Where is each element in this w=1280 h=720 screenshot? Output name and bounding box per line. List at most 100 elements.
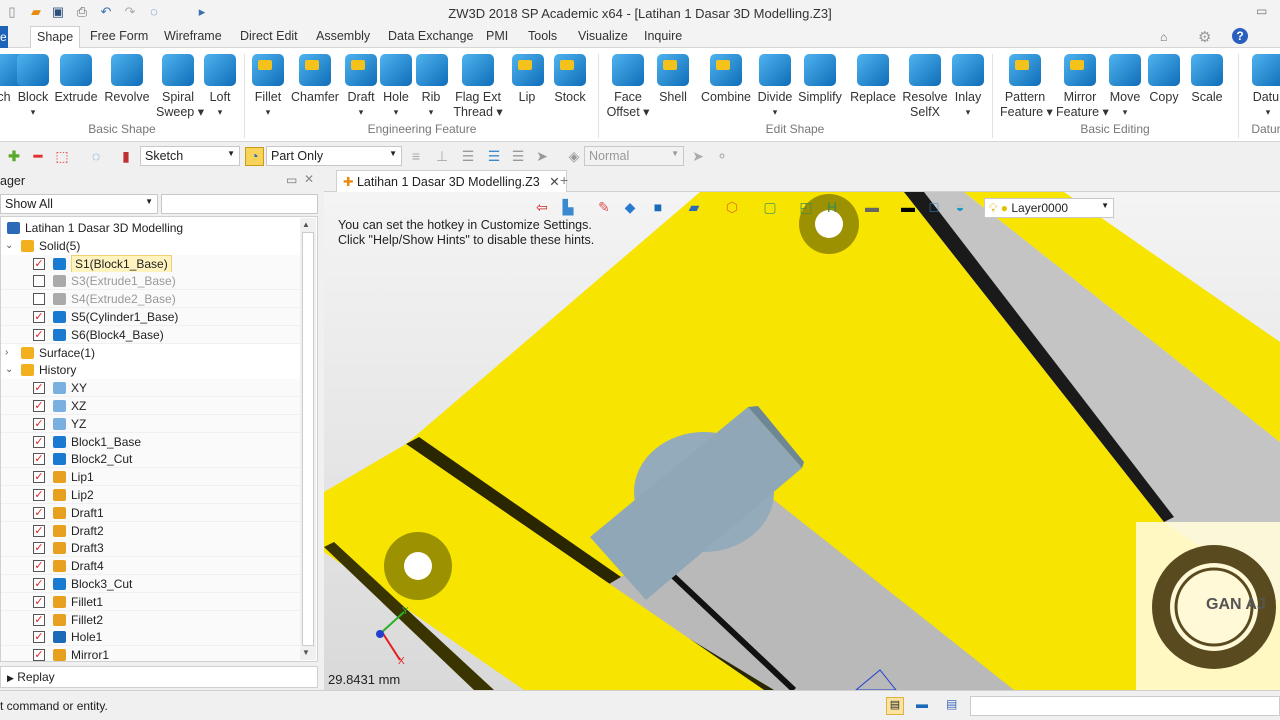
dropdown-arrow-icon[interactable]: ▾ — [756, 105, 794, 120]
tree-item[interactable]: S3(Extrude1_Base) — [1, 272, 301, 291]
simplify-button[interactable]: Simplify — [796, 54, 844, 105]
close-tab-icon[interactable]: ✕ — [549, 175, 559, 189]
new-tab-icon[interactable]: + — [560, 172, 568, 188]
close-icon[interactable]: ✕ — [304, 172, 314, 186]
divide-button[interactable]: Divide ▾ — [756, 54, 794, 120]
snap-gray-icon[interactable]: ⚬ — [714, 148, 730, 164]
visibility-checkbox[interactable]: ✓ — [33, 489, 45, 501]
tab-wireframe[interactable]: Wireframe — [164, 29, 222, 43]
tree-item[interactable]: ✓ Block1_Base — [1, 432, 301, 451]
tree-item[interactable]: ✓ Draft1 — [1, 503, 301, 522]
background-icon[interactable]: ▬ — [864, 199, 880, 215]
tree-item[interactable]: ✓ Block2_Cut — [1, 450, 301, 469]
collapse-ribbon-icon[interactable]: ⌂ — [1160, 30, 1167, 44]
visibility-checkbox[interactable]: ✓ — [33, 542, 45, 555]
copy-button[interactable]: Copy — [1146, 54, 1182, 105]
section-icon[interactable]: H — [824, 199, 840, 215]
extrude-button[interactable]: Extrude — [54, 54, 98, 105]
tree-item[interactable]: ✓ Lip1 — [1, 468, 301, 487]
tab-data-exchange[interactable]: Data Exchange — [388, 29, 473, 43]
tab-free-form[interactable]: Free Form — [90, 29, 148, 43]
tree-item[interactable]: ✓ Fillet2 — [1, 610, 301, 629]
move-button[interactable]: Move ▾ — [1106, 54, 1144, 120]
tree-item[interactable]: ✓ Mirror1 — [1, 646, 301, 661]
visibility-checkbox[interactable]: ✓ — [33, 506, 45, 519]
tree-item[interactable]: ✓ S1(Block1_Base) — [1, 254, 301, 273]
visibility-checkbox[interactable]: ✓ — [33, 649, 45, 661]
mirror-button[interactable]: Mirror Feature ▾ — [1056, 54, 1109, 120]
color-box-icon[interactable]: □ — [926, 199, 942, 215]
tab-tools[interactable]: Tools — [528, 29, 557, 43]
dropdown-arrow-icon[interactable]: ▾ — [380, 105, 412, 120]
visibility-checkbox[interactable]: ✓ — [33, 417, 45, 430]
expand-icon[interactable]: › — [5, 344, 8, 362]
part-scope-icon[interactable]: ◔ — [245, 147, 264, 166]
replace-button[interactable]: Replace — [850, 54, 896, 105]
visibility-checkbox[interactable]: ✓ — [33, 435, 45, 448]
visibility-checkbox[interactable]: ✓ — [33, 578, 45, 590]
exit-icon[interactable]: ⇦ — [534, 199, 550, 215]
command-input[interactable] — [970, 696, 1280, 716]
eraser-icon[interactable]: ✎ — [596, 199, 612, 215]
visibility-checkbox[interactable]: ✓ — [33, 631, 45, 644]
spiral-button[interactable]: Spiral Sweep ▾ — [156, 54, 204, 120]
dropdown-arrow-icon[interactable]: ▾ — [250, 105, 286, 120]
view-cube-icon[interactable]: ◆ — [622, 199, 638, 215]
zoom-window-icon[interactable]: ◰ — [798, 199, 814, 215]
list-blue-icon[interactable]: ☰ — [486, 148, 502, 164]
scale-button[interactable]: Scale — [1190, 54, 1224, 105]
inlay-button[interactable]: Inlay ▾ — [952, 54, 984, 120]
tree-item[interactable]: › Surface(1) — [1, 344, 301, 362]
pin-icon[interactable]: ▭ — [286, 173, 297, 187]
tree-item[interactable]: ✓ S6(Block4_Base) — [1, 325, 301, 344]
line-color-icon[interactable]: ▬ — [900, 199, 916, 215]
visibility-checkbox[interactable]: ✓ — [33, 524, 45, 537]
settings-gear-icon[interactable]: ⚙ — [1198, 28, 1211, 46]
scroll-up-icon[interactable]: ▲ — [302, 220, 310, 229]
visibility-checkbox[interactable]: ✓ — [33, 560, 45, 573]
tab-inquire[interactable]: Inquire — [644, 29, 682, 43]
layer-select[interactable]: 💡︎ ● Layer0000 ▼ — [984, 198, 1114, 218]
tree-item[interactable]: ✓ Draft3 — [1, 539, 301, 558]
fit-icon[interactable]: ▢ — [762, 199, 778, 215]
tree-item[interactable]: ✓ Block3_Cut — [1, 575, 301, 593]
tab-pmi[interactable]: PMI — [486, 29, 508, 43]
list-icon[interactable]: ☰ — [460, 148, 476, 164]
loft-button[interactable]: Loft ▾ — [204, 54, 236, 120]
3d-viewport[interactable]: YX You can set the hotkey in Customize S… — [324, 192, 1280, 690]
flag-ext-button[interactable]: Flag Ext Thread ▾ — [452, 54, 504, 120]
add-icon[interactable]: ✚ — [6, 148, 22, 164]
block-button[interactable]: Block ▾ — [16, 54, 50, 120]
tab-direct-edit[interactable]: Direct Edit — [240, 29, 298, 43]
tree-item[interactable]: ⌄ History — [1, 361, 301, 379]
snap-icon[interactable]: ◈ — [566, 148, 582, 164]
tab-visualize[interactable]: Visualize — [578, 29, 628, 43]
cursor-gray-icon[interactable]: ➤ — [690, 148, 706, 164]
visibility-checkbox[interactable] — [33, 275, 45, 288]
chamfer-button[interactable]: Chamfer — [290, 54, 340, 105]
tree-item[interactable]: ✓ XZ — [1, 397, 301, 415]
face-button[interactable]: Face Offset ▾ — [606, 54, 650, 120]
command-panel-icon[interactable]: ▤ — [886, 697, 904, 715]
pattern-button[interactable]: Pattern Feature ▾ — [1000, 54, 1053, 120]
replay-section[interactable]: ▶ Replay — [0, 666, 318, 688]
dropdown-arrow-icon[interactable]: ▾ — [204, 105, 236, 120]
tree-item[interactable]: ✓ XY — [1, 379, 301, 398]
scope-select[interactable]: Part Only ▼ — [266, 146, 402, 166]
view-orient-icon[interactable]: ▰ — [686, 199, 702, 215]
filter-select[interactable]: Sketch ▼ — [140, 146, 240, 166]
draft-button[interactable]: Draft ▾ — [344, 54, 378, 120]
list-gray-icon[interactable]: ☰ — [510, 148, 526, 164]
cursor-icon[interactable]: ➤ — [534, 148, 550, 164]
tab-assembly[interactable]: Assembly — [316, 29, 370, 43]
document-tab[interactable]: ✚ Latihan 1 Dasar 3D Modelling.Z3 ✕ — [336, 170, 567, 192]
collapse-icon[interactable]: ⌄ — [5, 237, 13, 255]
lasso-icon[interactable]: ◌ — [88, 148, 104, 164]
lip-button[interactable]: Lip — [512, 54, 544, 105]
help-icon[interactable]: ? — [1232, 28, 1248, 44]
tree-scrollbar[interactable]: ▲ ▼ — [300, 218, 316, 660]
mode-select[interactable]: Normal ▼ — [584, 146, 684, 166]
shell-button[interactable]: Shell — [656, 54, 690, 105]
minimize-icon[interactable]: ▭ — [1256, 4, 1267, 18]
revolve-button[interactable]: Revolve — [104, 54, 150, 105]
